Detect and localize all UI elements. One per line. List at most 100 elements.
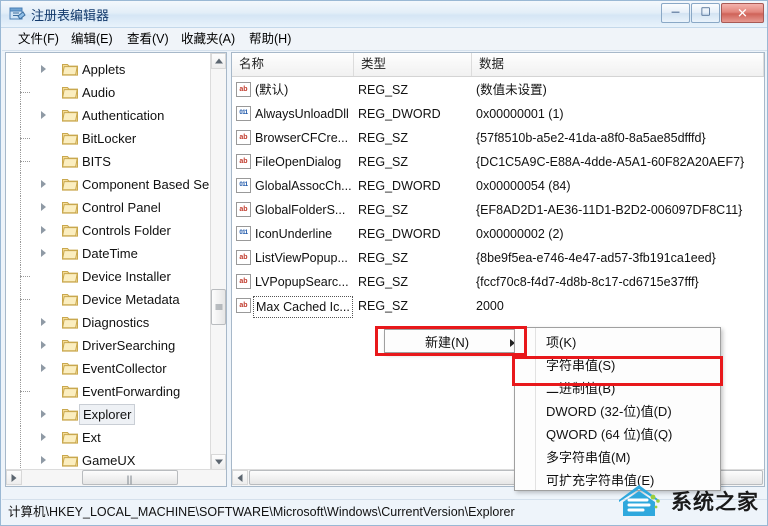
- minimize-button[interactable]: ─: [661, 3, 690, 23]
- string-value-icon: ab: [236, 274, 251, 289]
- tree-item-audio[interactable]: Audio: [6, 81, 212, 104]
- maximize-button[interactable]: ☐: [691, 3, 720, 23]
- tree-guide-line: [20, 104, 21, 127]
- tree-scroll-up-button[interactable]: [211, 53, 226, 69]
- value-data: (数值未设置): [476, 83, 547, 97]
- tree-scroll-right-button[interactable]: [6, 470, 22, 485]
- expand-triangle-icon[interactable]: [41, 433, 46, 441]
- value-row[interactable]: ab GlobalFolderS... REG_SZ {EF8AD2D1-AE36-1…: [232, 198, 764, 222]
- values-scroll-left-button[interactable]: [232, 470, 248, 485]
- expand-triangle-icon[interactable]: [41, 65, 46, 73]
- expand-triangle-icon[interactable]: [41, 249, 46, 257]
- menu-item-2[interactable]: 查看(V): [123, 31, 173, 48]
- tree-item-datetime[interactable]: DateTime: [6, 242, 212, 265]
- tree-item-driversearching[interactable]: DriverSearching: [6, 334, 212, 357]
- tree-item-bitlocker[interactable]: BitLocker: [6, 127, 212, 150]
- title-bar: 注册表编辑器 ─ ☐ ✕: [1, 1, 767, 28]
- menu-item-3[interactable]: 收藏夹(A): [177, 31, 239, 48]
- expand-triangle-icon[interactable]: [41, 456, 46, 464]
- grip-icon: [215, 304, 222, 311]
- registry-tree-pane[interactable]: Applets Audio Authentication BitLocker BITS C…: [5, 52, 227, 487]
- tree-item-device-installer[interactable]: Device Installer: [6, 265, 212, 288]
- value-type: REG_DWORD: [358, 107, 441, 121]
- expand-triangle-icon[interactable]: [41, 410, 46, 418]
- tree-item-label: EventCollector: [82, 361, 167, 376]
- value-type: REG_SZ: [358, 155, 409, 169]
- tree-horizontal-scrollbar[interactable]: [6, 469, 226, 486]
- tree-item-label: EventForwarding: [82, 384, 181, 399]
- value-row[interactable]: ab BrowserCFCre... REG_SZ {57f8510b-a5e2-41…: [232, 126, 764, 150]
- expand-triangle-icon[interactable]: [41, 111, 46, 119]
- expand-triangle-icon[interactable]: [41, 226, 46, 234]
- tree-item-controls-folder[interactable]: Controls Folder: [6, 219, 212, 242]
- tree-hscrollbar-thumb[interactable]: [82, 470, 178, 485]
- folder-icon: [61, 384, 78, 398]
- close-button[interactable]: ✕: [721, 3, 764, 23]
- folder-icon: [61, 154, 78, 168]
- value-row[interactable]: ab (默认) REG_SZ (数值未设置): [232, 78, 764, 102]
- tree-item-label: Diagnostics: [82, 315, 150, 330]
- tree-item-label: Explorer: [79, 404, 136, 425]
- value-row[interactable]: ab Max Cached Ic... REG_SZ 2000: [232, 294, 764, 318]
- value-row[interactable]: 011 IconUnderline REG_DWORD 0x00000002 (2): [232, 222, 764, 246]
- value-name: LVPopupSearc...: [255, 275, 349, 289]
- context-menu-new-submenu[interactable]: 项(K) 字符串值(S) 二进制值(B) DWORD (32-位)值(D) QWORD …: [514, 327, 721, 491]
- tree-item-explorer[interactable]: Explorer: [6, 403, 212, 426]
- house-logo-icon: [615, 480, 669, 520]
- tree-item-diagnostics[interactable]: Diagnostics: [6, 311, 212, 334]
- value-row[interactable]: ab LVPopupSearc... REG_SZ {fccf70c8-f4d7-4d…: [232, 270, 764, 294]
- value-row[interactable]: ab FileOpenDialog REG_SZ {DC1C5A9C-E88A-4dd…: [232, 150, 764, 174]
- tree-item-control-panel[interactable]: Control Panel: [6, 196, 212, 219]
- folder-icon: [61, 430, 78, 444]
- expand-triangle-icon[interactable]: [41, 318, 46, 326]
- value-row[interactable]: ab ListViewPopup... REG_SZ {8be9f5ea-e746-4…: [232, 246, 764, 270]
- tree-item-eventforwarding[interactable]: EventForwarding: [6, 380, 212, 403]
- submenu-item-4[interactable]: QWORD (64 位)值(Q): [516, 422, 720, 447]
- tree-vertical-scrollbar[interactable]: [210, 53, 226, 470]
- tree-item-ext[interactable]: Ext: [6, 426, 212, 449]
- menu-item-1[interactable]: 编辑(E): [67, 31, 117, 48]
- submenu-item-5[interactable]: 多字符串值(M): [516, 445, 720, 470]
- column-header-0[interactable]: 名称: [232, 53, 354, 76]
- value-type: REG_DWORD: [358, 227, 441, 241]
- tree-item-device-metadata[interactable]: Device Metadata: [6, 288, 212, 311]
- value-type: REG_SZ: [358, 251, 409, 265]
- value-row[interactable]: 011 AlwaysUnloadDll REG_DWORD 0x00000001 (1…: [232, 102, 764, 126]
- value-data: {EF8AD2D1-AE36-11D1-B2D2-006097DF8C11}: [476, 203, 743, 217]
- submenu-item-label: QWORD (64 位)值(Q): [546, 427, 673, 442]
- tree-item-label: BITS: [82, 154, 111, 169]
- submenu-item-0[interactable]: 项(K): [516, 330, 720, 355]
- tree-scrollbar-thumb[interactable]: [211, 289, 226, 325]
- menu-item-0[interactable]: 文件(F): [14, 31, 63, 48]
- expand-triangle-icon[interactable]: [41, 364, 46, 372]
- dword-value-icon: 011: [236, 226, 251, 241]
- registry-tree: Applets Audio Authentication BitLocker BITS C…: [6, 54, 220, 486]
- tree-guide-line: [20, 58, 21, 81]
- tree-item-eventcollector[interactable]: EventCollector: [6, 357, 212, 380]
- submenu-item-3[interactable]: DWORD (32-位)值(D): [516, 399, 720, 424]
- window-title: 注册表编辑器: [31, 8, 110, 23]
- value-type: REG_SZ: [358, 203, 409, 217]
- column-header-2[interactable]: 数据: [472, 53, 764, 76]
- expand-triangle-icon[interactable]: [41, 180, 46, 188]
- tree-item-authentication[interactable]: Authentication: [6, 104, 212, 127]
- expand-triangle-icon[interactable]: [41, 341, 46, 349]
- value-row[interactable]: 011 GlobalAssocCh... REG_DWORD 0x00000054 (…: [232, 174, 764, 198]
- tree-item-label: Controls Folder: [82, 223, 171, 238]
- expand-triangle-icon[interactable]: [41, 203, 46, 211]
- tree-item-bits[interactable]: BITS: [6, 150, 212, 173]
- value-name: Max Cached Ic...: [253, 296, 353, 318]
- column-header-1[interactable]: 类型: [354, 53, 472, 76]
- folder-icon: [61, 177, 78, 191]
- value-name: IconUnderline: [255, 227, 333, 241]
- folder-icon: [61, 315, 78, 329]
- menu-item-4[interactable]: 帮助(H): [245, 31, 295, 48]
- string-value-icon: ab: [236, 154, 251, 169]
- value-data: 0x00000002 (2): [476, 227, 564, 241]
- tree-item-applets[interactable]: Applets: [6, 58, 212, 81]
- tree-item-component-based-serv[interactable]: Component Based Serv: [6, 173, 220, 196]
- watermark-text: 系统之家: [671, 491, 759, 514]
- value-data: 2000: [476, 299, 504, 313]
- tree-scroll-down-button[interactable]: [211, 454, 226, 470]
- value-type: REG_SZ: [358, 299, 409, 313]
